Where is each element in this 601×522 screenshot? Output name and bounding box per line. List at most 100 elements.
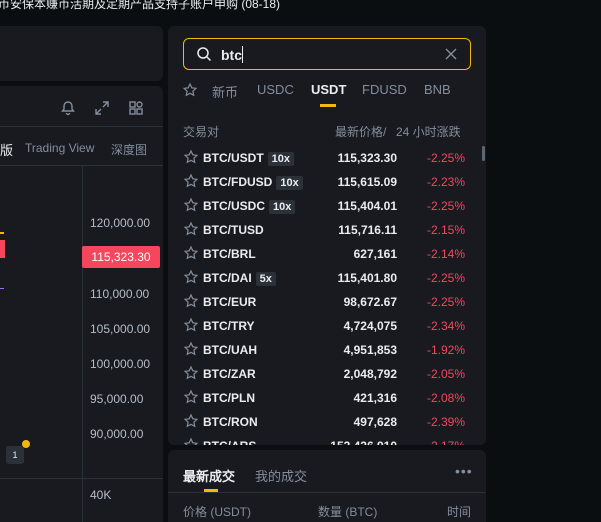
- price-change: -2.15%: [426, 223, 465, 237]
- price-change: -2.34%: [426, 319, 465, 333]
- table-row[interactable]: BTC/TUSD 115,716.11 -2.15%: [168, 218, 486, 242]
- table-row[interactable]: BTC/RON 497,628 -2.39%: [168, 410, 486, 434]
- price-change: -2.25%: [426, 295, 465, 309]
- last-price: 153,426,910: [330, 439, 397, 445]
- pair-symbol: BTC/EUR: [203, 295, 257, 309]
- chart-tabs: 版 Trading View 深度图: [0, 126, 163, 166]
- column-header-price: 价格 (USDT): [183, 505, 251, 519]
- price-tick: 120,000.00: [90, 216, 151, 230]
- announcement-bar[interactable]: 币安保本赚币活期及定期产品支持子账户申购 (08-18): [0, 0, 601, 16]
- tab-my-trades[interactable]: 我的成交: [255, 466, 307, 485]
- indicator-badge-text: 1: [12, 450, 18, 460]
- pair-name: BTC/USDC 10x: [203, 199, 296, 214]
- table-row[interactable]: BTC/BRL 627,161 -2.14%: [168, 242, 486, 266]
- star-icon[interactable]: [183, 437, 199, 445]
- last-price: 98,672.67: [343, 295, 397, 309]
- column-header-time: 时间: [447, 505, 472, 519]
- trades-panel: 最新成交 我的成交 ••• 价格 (USDT) 数量 (BTC) 时间: [168, 450, 486, 522]
- table-row[interactable]: BTC/DAI 5x 115,401.80 -2.25%: [168, 266, 486, 290]
- table-row[interactable]: BTC/TRY 4,724,075 -2.34%: [168, 314, 486, 338]
- indicator-badge-icon[interactable]: 1: [6, 446, 24, 464]
- star-icon[interactable]: [183, 317, 199, 332]
- close-icon[interactable]: [444, 47, 458, 61]
- tab-fdusd[interactable]: FDUSD: [362, 82, 407, 97]
- last-price: 627,161: [353, 247, 397, 261]
- chart-toolbar: [58, 98, 146, 118]
- star-icon[interactable]: [183, 389, 199, 404]
- star-icon[interactable]: [183, 173, 199, 188]
- layout-grid-icon[interactable]: [126, 98, 146, 118]
- star-icon[interactable]: [183, 245, 199, 260]
- tab-usdt[interactable]: USDT: [311, 82, 346, 97]
- market-panel: btc 新币 USDC USDT FDUSD BNB 交易对 最新价格/ 24 …: [168, 26, 486, 445]
- pair-name: BTC/TRY: [203, 319, 255, 333]
- leverage-badge: 10x: [269, 200, 296, 214]
- pair-name: BTC/DAI 5x: [203, 271, 276, 286]
- star-icon[interactable]: [183, 413, 199, 428]
- table-row[interactable]: BTC/EUR 98,672.67 -2.25%: [168, 290, 486, 314]
- last-price: 115,716.11: [338, 223, 397, 237]
- volume-tick: 40K: [90, 488, 112, 502]
- pair-symbol: BTC/PLN: [203, 391, 255, 405]
- pair-symbol: BTC/TUSD: [203, 223, 264, 237]
- last-price: 115,404.01: [337, 199, 397, 213]
- pair-symbol: BTC/BRL: [203, 247, 256, 261]
- expand-icon[interactable]: [92, 98, 112, 118]
- last-price: 497,628: [353, 415, 397, 429]
- column-header-price[interactable]: 最新价格/: [335, 123, 386, 140]
- last-price: 2,048,792: [343, 367, 397, 381]
- last-price: 4,724,075: [343, 319, 397, 333]
- price-axis-divider: [82, 166, 83, 522]
- table-row[interactable]: BTC/USDC 10x 115,404.01 -2.25%: [168, 194, 486, 218]
- star-icon[interactable]: [183, 149, 199, 164]
- table-row[interactable]: BTC/UAH 4,951,853 -1.92%: [168, 338, 486, 362]
- price-tick: 110,000.00: [90, 287, 150, 301]
- price-change: -2.14%: [426, 247, 465, 261]
- tab-usdc[interactable]: USDC: [257, 82, 294, 97]
- pair-symbol: BTC/RON: [203, 415, 258, 429]
- bell-icon[interactable]: [58, 98, 78, 118]
- table-row[interactable]: BTC/ARS 153,426,910 -2.17%: [168, 434, 486, 445]
- text-caret: [242, 46, 243, 63]
- table-row[interactable]: BTC/FDUSD 10x 115,615.09 -2.23%: [168, 170, 486, 194]
- tab-bnb[interactable]: BNB: [424, 82, 451, 97]
- star-icon[interactable]: [183, 293, 199, 308]
- category-tabs: 新币 USDC USDT FDUSD BNB: [183, 82, 483, 108]
- pair-name: BTC/BRL: [203, 247, 256, 261]
- table-row[interactable]: BTC/USDT 10x 115,323.30 -2.25%: [168, 146, 486, 170]
- pair-name: BTC/TUSD: [203, 223, 264, 237]
- tab-market-trades[interactable]: 最新成交: [183, 466, 235, 485]
- tab-original[interactable]: 版: [0, 140, 13, 159]
- star-icon[interactable]: [183, 269, 199, 284]
- price-tick: 90,000.00: [90, 427, 144, 441]
- table-row[interactable]: BTC/PLN 421,316 -2.08%: [168, 386, 486, 410]
- announcement-text[interactable]: 币安保本赚币活期及定期产品支持子账户申购 (08-18): [0, 0, 280, 12]
- star-icon[interactable]: [183, 197, 199, 212]
- more-options-icon[interactable]: •••: [455, 463, 473, 479]
- price-tick: 95,000.00: [90, 392, 144, 406]
- pair-symbol: BTC/UAH: [203, 343, 257, 357]
- active-tab-indicator: [320, 104, 336, 107]
- column-header-pair[interactable]: 交易对: [183, 123, 219, 140]
- star-icon[interactable]: [183, 365, 199, 380]
- divider: [168, 492, 486, 493]
- tab-new-coins[interactable]: 新币: [212, 82, 238, 101]
- tab-trading-view[interactable]: Trading View: [25, 141, 94, 155]
- pair-name: BTC/ZAR: [203, 367, 256, 381]
- star-icon[interactable]: [183, 221, 199, 236]
- price-change: -2.25%: [426, 199, 465, 213]
- pair-name: BTC/ARS: [203, 439, 256, 445]
- search-input[interactable]: btc: [183, 38, 471, 70]
- tab-depth[interactable]: 深度图: [111, 141, 147, 158]
- table-row[interactable]: BTC/ZAR 2,048,792 -2.05%: [168, 362, 486, 386]
- notification-dot: [22, 440, 30, 448]
- pair-symbol: BTC/TRY: [203, 319, 255, 333]
- price-change: -2.25%: [426, 271, 465, 285]
- last-price: 4,951,853: [343, 343, 397, 357]
- volume-divider: [0, 478, 163, 479]
- last-price: 115,323.30: [337, 151, 397, 165]
- search-icon: [197, 47, 212, 62]
- ma-line: [0, 288, 4, 289]
- column-header-change[interactable]: 24 小时涨跌: [396, 123, 461, 140]
- star-icon[interactable]: [183, 341, 199, 356]
